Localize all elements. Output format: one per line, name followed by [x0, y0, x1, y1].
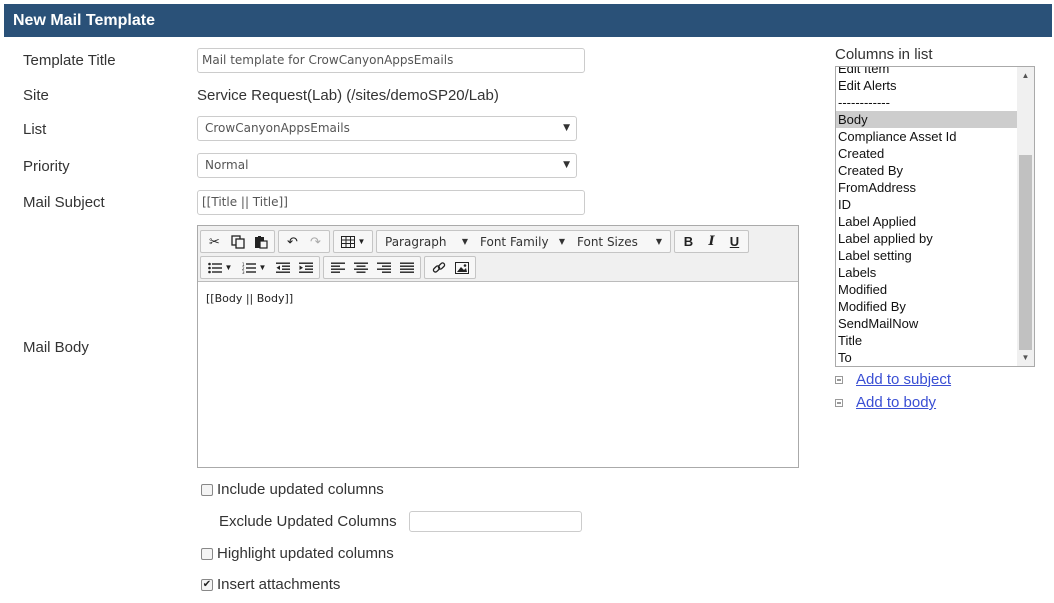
font-sizes-dropdown[interactable]: Font Sizes ▼ [571, 231, 668, 252]
column-list-item[interactable]: Created By [836, 162, 1018, 179]
exclude-updated-input[interactable] [409, 511, 582, 532]
column-list-item[interactable]: To [836, 349, 1018, 366]
mail-subject-input[interactable]: [[Title || Title]] [197, 190, 585, 215]
priority-label: Priority [23, 158, 70, 175]
include-updated-label: Include updated columns [217, 481, 384, 498]
scroll-up-icon[interactable]: ▲ [1017, 67, 1034, 84]
table-group: ▼ [333, 230, 373, 253]
add-to-subject-row: Add to subject [835, 371, 951, 388]
add-to-body-row: Add to body [835, 394, 936, 411]
column-list-item[interactable]: ------------ [836, 94, 1018, 111]
insert-attachments-label: Insert attachments [217, 576, 341, 593]
font-sizes-label: Font Sizes [577, 234, 638, 249]
list-label: List [23, 121, 47, 138]
bold-button[interactable]: B [677, 231, 700, 252]
editor-toolbar: ✂ ↶ ↷ ▼ Paragraph ▼ Font Family ▼ Font S… [198, 226, 798, 282]
paste-icon[interactable] [249, 231, 272, 252]
exclude-updated-label: Exclude Updated Columns [219, 513, 397, 530]
cut-icon[interactable]: ✂ [203, 231, 226, 252]
chevron-down-icon: ▼ [655, 237, 662, 246]
insert-attachments-row: ✔ Insert attachments [201, 576, 340, 593]
style-group: B I U [674, 230, 749, 253]
priority-select[interactable]: Normal ▼ [197, 153, 577, 178]
scroll-thumb[interactable] [1019, 155, 1032, 350]
align-right-icon[interactable] [372, 257, 395, 278]
underline-button[interactable]: U [723, 231, 746, 252]
column-list-item[interactable]: Label applied by [836, 230, 1018, 247]
chevron-down-icon: ▼ [563, 160, 570, 170]
column-list-item[interactable]: Edit Item [836, 67, 1018, 77]
chevron-down-icon: ▼ [563, 123, 570, 133]
include-updated-row: Include updated columns [201, 481, 384, 498]
highlight-updated-row: Highlight updated columns [201, 545, 394, 562]
columns-title: Columns in list [835, 46, 933, 63]
bullet-list-icon[interactable]: ▼ [203, 257, 237, 278]
table-icon[interactable]: ▼ [336, 231, 370, 252]
columns-items: Edit Item Edit Alerts ------------ Body Comp… [836, 67, 1018, 366]
scroll-down-icon[interactable]: ▼ [1017, 349, 1034, 366]
font-family-dropdown[interactable]: Font Family ▼ [474, 231, 571, 252]
format-group: Paragraph ▼ Font Family ▼ Font Sizes ▼ [376, 230, 671, 253]
copy-icon[interactable] [226, 231, 249, 252]
chevron-down-icon: ▼ [461, 237, 468, 246]
highlight-updated-label: Highlight updated columns [217, 545, 394, 562]
redo-icon[interactable]: ↷ [304, 231, 327, 252]
column-list-item[interactable]: Modified By [836, 298, 1018, 315]
highlight-updated-checkbox[interactable] [201, 547, 213, 560]
mail-body-editor[interactable]: ✂ ↶ ↷ ▼ Paragraph ▼ Font Family ▼ Font S… [197, 225, 799, 468]
include-updated-checkbox[interactable] [201, 483, 213, 496]
align-left-icon[interactable] [326, 257, 349, 278]
list-select-value: CrowCanyonAppsEmails [205, 121, 350, 135]
page-title: New Mail Template [13, 12, 155, 29]
column-list-item[interactable]: Edit Alerts [836, 77, 1018, 94]
collapse-icon [835, 375, 843, 384]
align-justify-icon[interactable] [395, 257, 418, 278]
column-list-item[interactable]: SendMailNow [836, 315, 1018, 332]
column-list-item[interactable]: Modified [836, 281, 1018, 298]
priority-select-value: Normal [205, 158, 249, 172]
site-label: Site [23, 87, 49, 104]
clipboard-group: ✂ [200, 230, 275, 253]
page-header: New Mail Template [4, 4, 1052, 37]
align-center-icon[interactable] [349, 257, 372, 278]
mail-body-label: Mail Body [23, 339, 89, 356]
paragraph-label: Paragraph [385, 234, 447, 249]
column-list-item[interactable]: Title [836, 332, 1018, 349]
columns-scrollbar[interactable]: ▲ ▼ [1017, 67, 1034, 366]
italic-button[interactable]: I [700, 231, 723, 252]
insert-attachments-checkbox[interactable]: ✔ [201, 578, 213, 591]
outdent-icon[interactable] [271, 257, 294, 278]
chevron-down-icon: ▼ [558, 237, 565, 246]
column-list-item[interactable]: Labels [836, 264, 1018, 281]
numbered-list-icon[interactable]: 123 ▼ [237, 257, 271, 278]
align-group [323, 256, 421, 279]
template-title-label: Template Title [23, 52, 116, 69]
indent-icon[interactable] [294, 257, 317, 278]
paragraph-dropdown[interactable]: Paragraph ▼ [379, 231, 474, 252]
link-icon[interactable] [427, 257, 450, 278]
columns-listbox[interactable]: Edit Item Edit Alerts ------------ Body Comp… [835, 66, 1035, 367]
add-to-body-link[interactable]: Add to body [856, 394, 936, 411]
template-title-input[interactable]: Mail template for CrowCanyonAppsEmails [197, 48, 585, 73]
svg-text:3: 3 [242, 270, 245, 274]
column-list-item[interactable]: ID [836, 196, 1018, 213]
column-list-item[interactable]: Label setting [836, 247, 1018, 264]
image-icon[interactable] [450, 257, 473, 278]
column-list-item[interactable]: Created [836, 145, 1018, 162]
list-group: ▼ 123 ▼ [200, 256, 320, 279]
editor-content[interactable]: [[Body || Body]] [198, 282, 798, 315]
mail-subject-label: Mail Subject [23, 194, 105, 211]
font-family-label: Font Family [480, 234, 549, 249]
undo-icon[interactable]: ↶ [281, 231, 304, 252]
column-list-item[interactable]: Body [836, 111, 1018, 128]
add-to-subject-link[interactable]: Add to subject [856, 371, 951, 388]
insert-group [424, 256, 476, 279]
site-value: Service Request(Lab) (/sites/demoSP20/La… [197, 87, 499, 104]
column-list-item[interactable]: Label Applied [836, 213, 1018, 230]
column-list-item[interactable]: FromAddress [836, 179, 1018, 196]
column-list-item[interactable]: Compliance Asset Id [836, 128, 1018, 145]
collapse-icon [835, 398, 843, 407]
list-select[interactable]: CrowCanyonAppsEmails ▼ [197, 116, 577, 141]
history-group: ↶ ↷ [278, 230, 330, 253]
